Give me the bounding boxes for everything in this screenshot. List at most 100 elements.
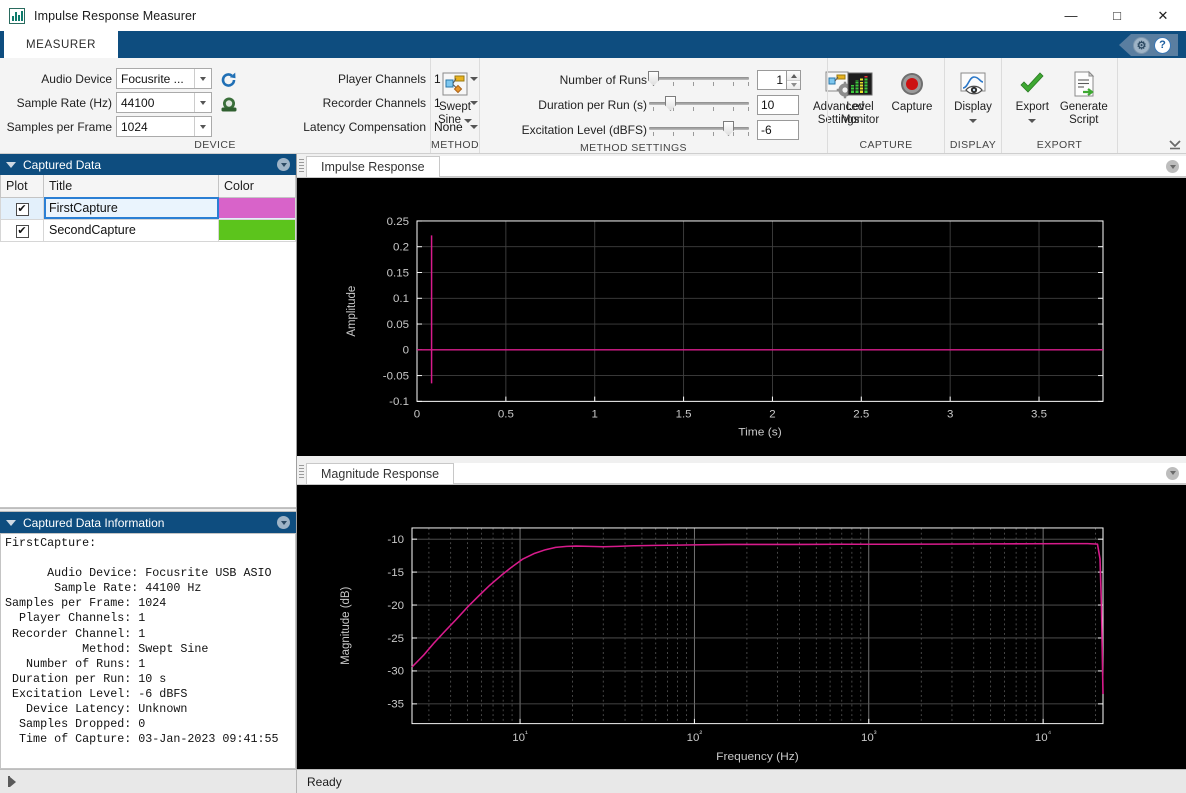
number-of-runs-slider[interactable] (649, 70, 749, 90)
svg-text:0.1: 0.1 (393, 293, 409, 305)
impulse-response-svg: -0.1-0.0500.050.10.150.20.2500.511.522.5… (297, 178, 1186, 456)
plot-checkbox[interactable]: ✔ (16, 203, 29, 216)
maximize-button[interactable]: □ (1094, 0, 1140, 31)
svg-text:1: 1 (592, 409, 598, 421)
samples-per-frame-label: Samples per Frame (6, 120, 116, 134)
capture-title-cell[interactable]: FirstCapture (44, 197, 219, 219)
svg-text:0.15: 0.15 (387, 268, 409, 280)
audio-device-label: Audio Device (6, 72, 116, 86)
help-icon[interactable]: ? (1154, 37, 1171, 54)
samples-per-frame-combobox[interactable]: 1024 (116, 116, 212, 137)
samples-per-frame-value: 1024 (117, 120, 194, 134)
ribbon-group-display: Display DISPLAY (944, 58, 1001, 153)
color-swatch[interactable] (219, 220, 295, 240)
minimize-button[interactable]: — (1048, 0, 1094, 31)
spin-up-icon[interactable] (787, 71, 800, 80)
swept-sine-button[interactable]: Swept Sine (431, 66, 479, 127)
audio-device-combobox[interactable]: Focusrite ... (116, 68, 212, 89)
recorder-channels-label: Recorder Channels (259, 96, 434, 110)
impulse-response-plot[interactable]: -0.1-0.0500.050.10.150.20.2500.511.522.5… (297, 178, 1186, 456)
capture-color-cell[interactable] (219, 219, 296, 241)
excitation-level-value[interactable]: -6 (757, 120, 799, 140)
display-button[interactable]: Display (948, 66, 998, 127)
magnitude-response-plot[interactable]: -35-30-25-20-15-1010¹10²10³10⁴Magnitude … (297, 485, 1186, 769)
display-icon (958, 69, 988, 99)
table-row[interactable]: ✔ SecondCapture (1, 219, 296, 241)
panel-options-icon[interactable] (277, 158, 290, 171)
duration-per-run-value[interactable]: 10 (757, 95, 799, 115)
svg-text:2.5: 2.5 (853, 409, 869, 421)
tab-magnitude-response[interactable]: Magnitude Response (306, 463, 454, 484)
drag-handle-icon[interactable] (297, 154, 306, 177)
level-monitor-button[interactable]: Level Monitor (835, 66, 885, 127)
number-of-runs-spin-buttons[interactable] (786, 70, 801, 90)
ribbon-help-chip: ⚙ ? (1119, 34, 1178, 56)
capture-button[interactable]: Capture (887, 66, 937, 114)
table-row[interactable]: ✔ FirstCapture (1, 197, 296, 219)
svg-text:-30: -30 (387, 665, 404, 677)
tab-measurer[interactable]: MEASURER (4, 31, 118, 58)
plot-checkbox-cell[interactable]: ✔ (1, 197, 44, 219)
color-swatch[interactable] (219, 198, 295, 218)
number-of-runs-value[interactable]: 1 (757, 70, 786, 90)
duration-per-run-slider[interactable] (649, 95, 749, 115)
column-header-title[interactable]: Title (44, 175, 219, 197)
capture-title-cell[interactable]: SecondCapture (44, 219, 219, 241)
plot-checkbox[interactable]: ✔ (16, 225, 29, 238)
generate-script-button[interactable]: Generate Script (1057, 66, 1111, 127)
chevron-down-icon[interactable] (194, 93, 211, 112)
export-check-icon (1017, 69, 1047, 99)
number-of-runs-stepper[interactable]: 1 (757, 70, 801, 90)
panel-options-icon[interactable] (1166, 467, 1179, 480)
collapse-triangle-icon[interactable] (6, 520, 16, 526)
excitation-level-slider[interactable] (649, 120, 749, 140)
chevron-down-icon[interactable] (464, 119, 472, 123)
captured-data-title: Captured Data (23, 158, 277, 172)
drag-handle-icon[interactable] (297, 461, 306, 484)
tab-bar-filler (440, 156, 1186, 177)
chevron-down-icon[interactable] (194, 117, 211, 136)
gear-icon[interactable]: ⚙ (1133, 37, 1150, 54)
panel-options-icon[interactable] (277, 516, 290, 529)
plot-column: Impulse Response -0.1-0.0500.050.10.150.… (297, 154, 1186, 769)
chevron-down-icon[interactable] (969, 119, 977, 123)
sample-rate-combobox[interactable]: 44100 (116, 92, 212, 113)
number-of-runs-row: Number of Runs 1 (486, 69, 801, 91)
capture-color-cell[interactable] (219, 197, 296, 219)
svg-text:1.5: 1.5 (676, 409, 692, 421)
column-header-plot[interactable]: Plot (1, 175, 44, 197)
ribbon-tab-strip: MEASURER ⚙ ? (0, 31, 1186, 58)
column-header-color[interactable]: Color (219, 175, 296, 197)
magnitude-response-tab-bar: Magnitude Response (297, 461, 1186, 485)
spin-down-icon[interactable] (787, 80, 800, 89)
chevron-down-icon[interactable] (1028, 119, 1036, 123)
chevron-down-icon[interactable] (194, 69, 211, 88)
svg-text:Time (s): Time (s) (738, 426, 782, 439)
tab-bar-filler (454, 463, 1186, 484)
captured-data-information-box: FirstCapture: Audio Device: Focusrite US… (0, 533, 296, 769)
collapse-triangle-icon[interactable] (6, 162, 16, 168)
table-header-row: Plot Title Color (1, 175, 296, 197)
magnitude-response-svg: -35-30-25-20-15-1010¹10²10³10⁴Magnitude … (297, 485, 1186, 769)
device-settings-icon[interactable] (219, 95, 239, 115)
export-button[interactable]: Export (1008, 66, 1057, 127)
tab-impulse-response[interactable]: Impulse Response (306, 156, 440, 177)
plot-checkbox-cell[interactable]: ✔ (1, 219, 44, 241)
ribbon-group-method: Swept Sine METHOD (430, 58, 479, 153)
svg-text:-25: -25 (387, 633, 404, 645)
method-settings-fields: Number of Runs 1 (486, 66, 801, 141)
refresh-devices-icon[interactable] (219, 70, 239, 90)
capture-group-label: CAPTURE (828, 138, 944, 153)
panel-options-icon[interactable] (1166, 160, 1179, 173)
collapse-ribbon-icon[interactable] (1168, 137, 1182, 151)
audio-device-row: Audio Device Focusrite ... (6, 68, 212, 89)
svg-text:Amplitude: Amplitude (345, 286, 358, 337)
close-button[interactable]: ✕ (1140, 0, 1186, 31)
svg-text:Magnitude (dB): Magnitude (dB) (339, 586, 352, 664)
device-group-label: DEVICE (0, 138, 430, 153)
svg-text:3: 3 (947, 409, 953, 421)
capture-line1: Capture (892, 101, 933, 113)
application-window: Impulse Response Measurer — □ ✕ MEASURER… (0, 0, 1186, 793)
rewind-to-start-icon[interactable] (8, 776, 16, 787)
svg-text:2: 2 (769, 409, 775, 421)
